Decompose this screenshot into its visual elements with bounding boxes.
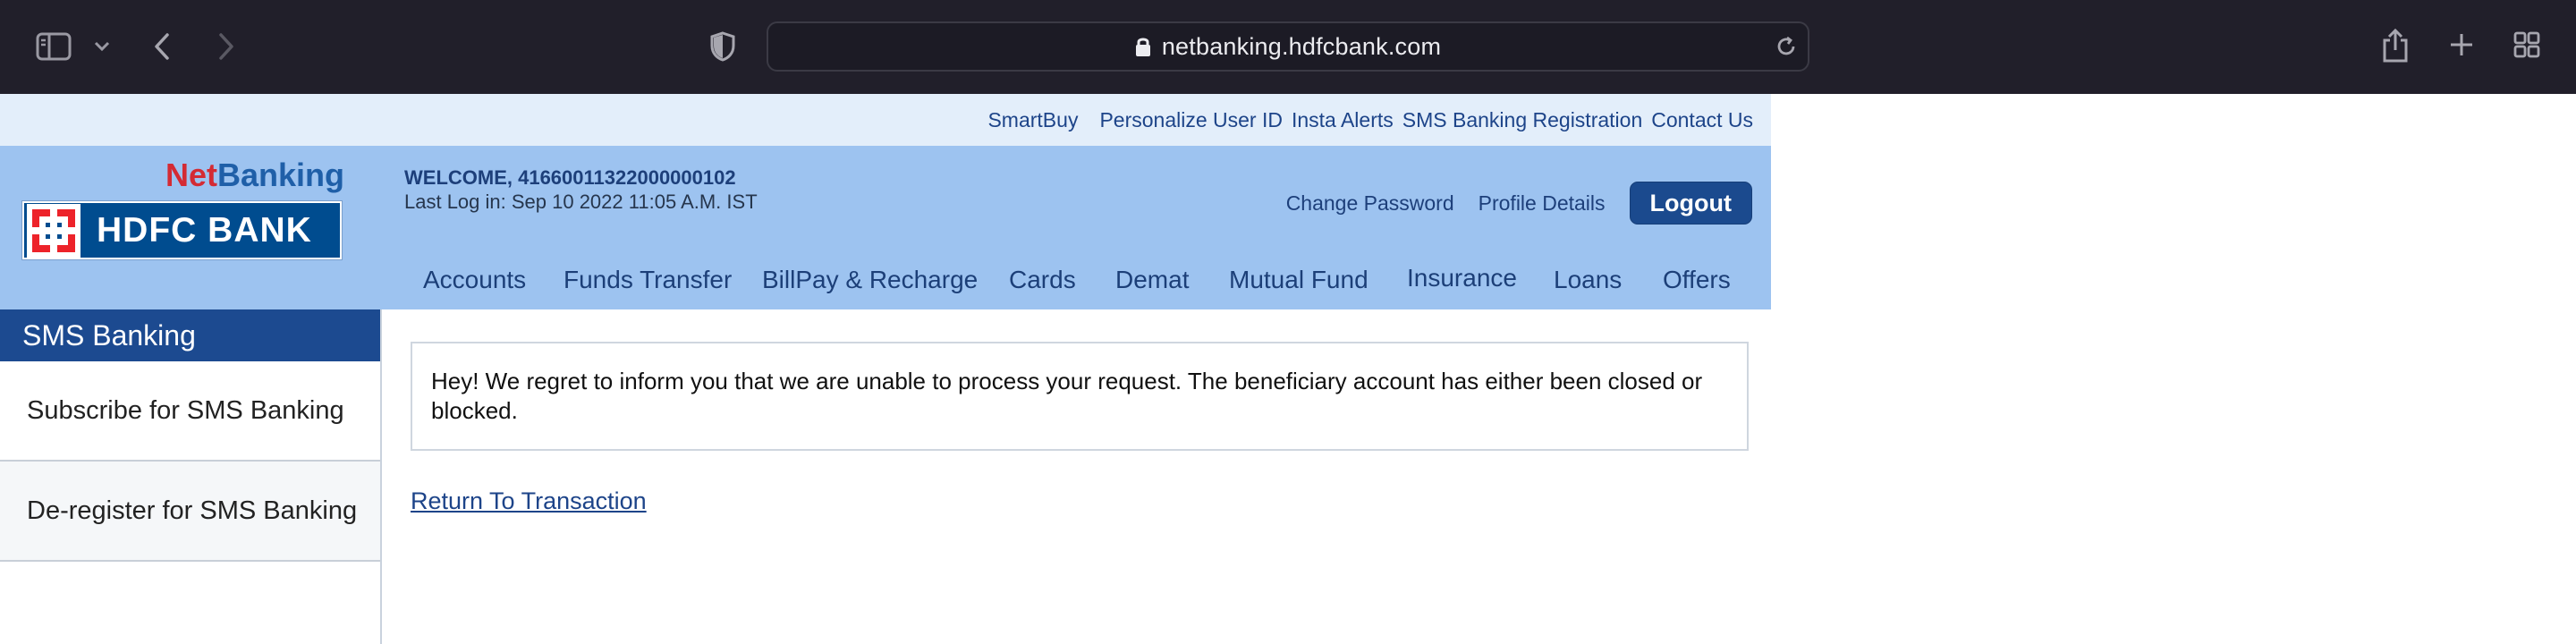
nav-offers[interactable]: Offers — [1663, 266, 1731, 294]
contact-us-link[interactable]: Contact Us — [1651, 108, 1753, 132]
back-arrow-icon[interactable] — [148, 29, 175, 64]
personalize-user-id-link[interactable]: Personalize User ID — [1099, 108, 1283, 132]
new-tab-plus-icon[interactable] — [2446, 30, 2477, 60]
sidebar-toggle-icon[interactable] — [34, 30, 73, 63]
logout-button[interactable]: Logout — [1629, 182, 1752, 225]
top-utility-strip: SmartBuy Personalize User ID Insta Alert… — [0, 94, 1771, 146]
error-message-line-1: Hey! We regret to inform you that we are… — [431, 368, 1703, 394]
address-bar[interactable]: netbanking.hdfcbank.com — [767, 21, 1809, 72]
return-to-transaction-link[interactable]: Return To Transaction — [411, 487, 647, 515]
site-header: NetBanking HDFC BANK WELCOME, 4166001132… — [0, 146, 1771, 309]
nav-cards[interactable]: Cards — [1009, 266, 1076, 294]
nav-accounts[interactable]: Accounts — [423, 266, 526, 294]
error-message-box: Hey! We regret to inform you that we are… — [411, 342, 1749, 451]
browser-toolbar: netbanking.hdfcbank.com — [0, 0, 2576, 94]
privacy-shield-icon[interactable] — [708, 29, 737, 64]
welcome-text: WELCOME, 41660011322000000102 — [404, 166, 736, 189]
main-navigation: Accounts Funds Transfer BillPay & Rechar… — [404, 257, 1771, 300]
nav-mutual-fund[interactable]: Mutual Fund — [1229, 266, 1368, 294]
last-login-text: Last Log in: Sep 10 2022 11:05 A.M. IST — [404, 191, 758, 213]
welcome-block: WELCOME, 41660011322000000102 Last Log i… — [404, 165, 758, 214]
reload-icon[interactable] — [1774, 34, 1799, 59]
netbanking-wordmark: NetBanking — [165, 157, 344, 193]
sms-banking-registration-link[interactable]: SMS Banking Registration — [1402, 108, 1642, 132]
forward-arrow-icon[interactable] — [213, 29, 240, 64]
sidebar-title: SMS Banking — [0, 309, 380, 361]
share-icon[interactable] — [2379, 25, 2411, 66]
nav-demat[interactable]: Demat — [1115, 266, 1189, 294]
tab-overview-icon[interactable] — [2512, 30, 2542, 60]
chevron-down-icon[interactable] — [89, 34, 114, 59]
netbanking-page: SmartBuy Personalize User ID Insta Alert… — [0, 94, 1771, 644]
lock-icon — [1135, 36, 1162, 57]
bank-name: HDFC BANK — [97, 210, 312, 250]
change-password-link[interactable]: Change Password — [1286, 191, 1454, 216]
sidebar-item-deregister[interactable]: De-register for SMS Banking — [0, 462, 380, 562]
nav-loans[interactable]: Loans — [1554, 266, 1622, 294]
profile-details-link[interactable]: Profile Details — [1479, 191, 1606, 216]
nav-funds-transfer[interactable]: Funds Transfer — [564, 266, 732, 294]
nav-billpay-recharge[interactable]: BillPay & Recharge — [762, 266, 978, 294]
error-message-line-2: blocked. — [431, 397, 518, 424]
hdfc-bank-logo: HDFC BANK — [21, 200, 343, 260]
hdfc-netbanking-logo[interactable]: NetBanking HDFC BANK — [21, 157, 344, 266]
url-text: netbanking.hdfcbank.com — [1161, 32, 1442, 60]
sidebar-item-subscribe[interactable]: Subscribe for SMS Banking — [0, 361, 380, 462]
nav-insurance[interactable]: Insurance — [1407, 264, 1517, 292]
hdfc-mark-icon — [27, 203, 80, 258]
sms-banking-sidebar: SMS Banking Subscribe for SMS Banking De… — [0, 309, 382, 644]
smartbuy-link[interactable]: SmartBuy — [987, 108, 1078, 132]
insta-alerts-link[interactable]: Insta Alerts — [1292, 108, 1394, 132]
